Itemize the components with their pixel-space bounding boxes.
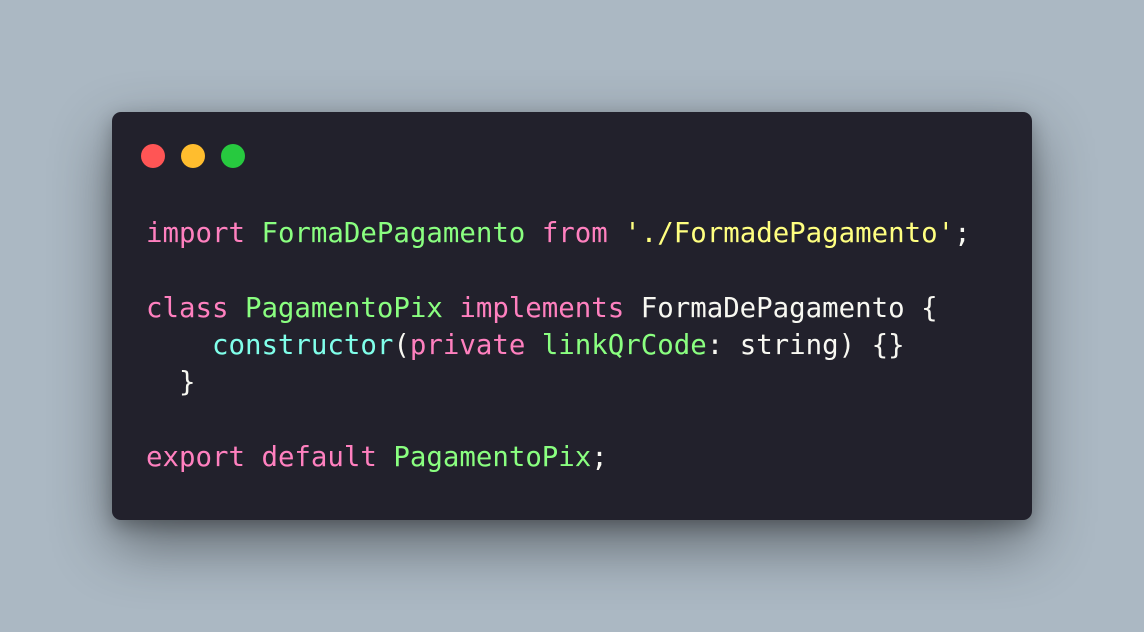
code-token-identifier: PagamentoPix	[244, 292, 443, 324]
code-token-string: './FormadePagamento'	[624, 218, 955, 249]
window-controls	[141, 144, 245, 168]
code-token-plain: ;	[591, 441, 608, 473]
code-token-plain: : string) {}	[706, 329, 905, 361]
code-token-function: constructor	[211, 329, 394, 361]
code-token-plain: FormaDePagamento {	[624, 292, 938, 324]
code-token-plain: (	[393, 329, 410, 361]
code-token-plain: ;	[954, 218, 971, 249]
code-token-keyword: class	[146, 292, 229, 324]
code-token-keyword: implements	[459, 292, 625, 324]
code-token-keyword: import	[146, 218, 245, 249]
code-line: import FormaDePagamento from './FormadeP…	[146, 215, 971, 252]
code-token-identifier: PagamentoPix	[393, 441, 592, 473]
code-token-identifier: FormaDePagamento	[261, 218, 526, 249]
code-line: export default PagamentoPix;	[146, 439, 971, 476]
close-dot-icon[interactable]	[141, 144, 165, 168]
minimize-dot-icon[interactable]	[181, 144, 205, 168]
code-token-keyword: export	[146, 441, 245, 473]
code-token-keyword: default	[261, 441, 377, 473]
code-line: }	[146, 364, 971, 401]
code-token-keyword: from	[541, 218, 608, 249]
code-line: constructor(private linkQrCode: string) …	[146, 327, 971, 364]
code-token-identifier: linkQrCode	[541, 329, 707, 361]
code-line: class PagamentoPix implements FormaDePag…	[146, 290, 971, 327]
maximize-dot-icon[interactable]	[221, 144, 245, 168]
code-token-keyword: private	[409, 329, 526, 361]
code-block: import FormaDePagamento from './FormadeP…	[146, 215, 971, 476]
code-token-plain: }	[146, 367, 196, 399]
code-window: import FormaDePagamento from './FormadeP…	[112, 112, 1032, 520]
